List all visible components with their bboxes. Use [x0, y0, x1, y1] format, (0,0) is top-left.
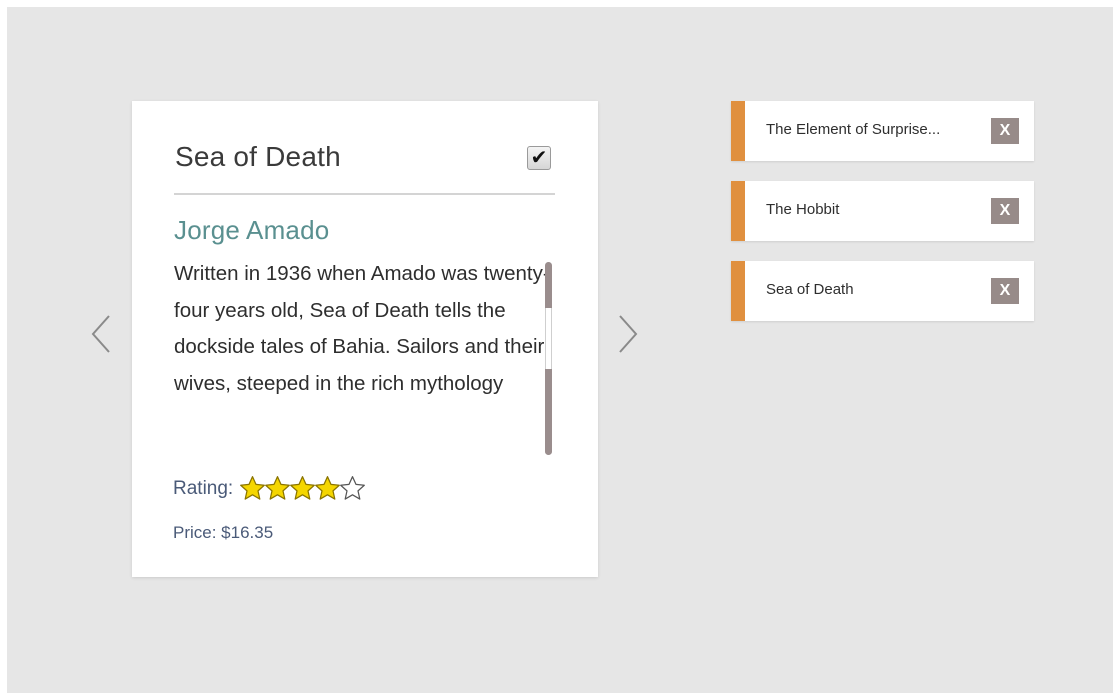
star-filled-icon[interactable]: [289, 475, 316, 502]
rating-row: Rating:: [173, 475, 366, 502]
reading-list-item[interactable]: Sea of Death X: [731, 261, 1034, 321]
reading-list-item-title: Sea of Death: [766, 281, 854, 298]
app-background: Sea of Death ✔ Jorge Amado Written in 19…: [7, 7, 1113, 693]
book-title: Sea of Death: [175, 141, 341, 172]
star-filled-icon[interactable]: [264, 475, 291, 502]
star-filled-icon[interactable]: [239, 475, 266, 502]
book-author: Jorge Amado: [174, 215, 330, 245]
next-arrow-icon[interactable]: [612, 309, 642, 359]
book-description: Written in 1936 when Amado was twenty-fo…: [174, 262, 550, 395]
description-panel[interactable]: Written in 1936 when Amado was twenty-fo…: [174, 251, 550, 443]
reading-list-item[interactable]: The Hobbit X: [731, 181, 1034, 241]
book-price: Price: $16.35: [173, 523, 274, 542]
remove-button[interactable]: X: [991, 198, 1019, 224]
reading-list-item-title: The Hobbit: [766, 201, 840, 218]
rating-label: Rating:: [173, 477, 234, 499]
reading-list-item[interactable]: The Element of Surprise... X: [731, 101, 1034, 161]
star-rating[interactable]: [239, 475, 366, 502]
reading-list-item-title: The Element of Surprise...: [766, 121, 941, 138]
remove-button[interactable]: X: [991, 278, 1019, 304]
item-accent-stripe: [731, 261, 745, 321]
title-divider: [174, 193, 555, 195]
remove-button[interactable]: X: [991, 118, 1019, 144]
previous-arrow-icon[interactable]: [87, 309, 117, 359]
item-accent-stripe: [731, 181, 745, 241]
select-checkbox[interactable]: ✔: [527, 146, 551, 170]
scrollbar-thumb-bottom[interactable]: [545, 369, 552, 455]
book-card: Sea of Death ✔ Jorge Amado Written in 19…: [132, 101, 598, 577]
star-empty-icon[interactable]: [339, 475, 366, 502]
item-accent-stripe: [731, 101, 745, 161]
scrollbar-thumb-top[interactable]: [545, 262, 552, 308]
star-filled-icon[interactable]: [314, 475, 341, 502]
description-scrollbar[interactable]: [545, 262, 552, 455]
